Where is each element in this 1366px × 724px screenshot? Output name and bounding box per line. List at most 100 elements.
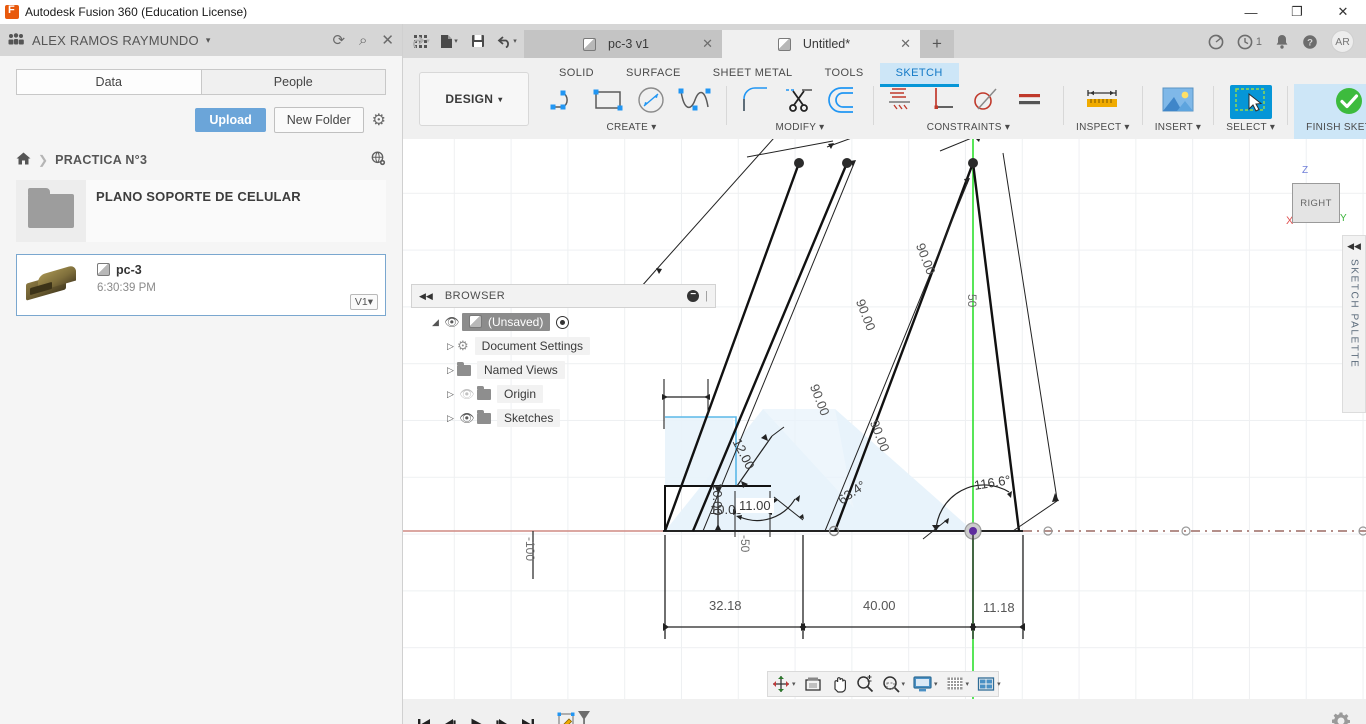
- close-icon[interactable]: ✕: [702, 36, 713, 52]
- job-status-icon[interactable]: 1: [1237, 34, 1262, 50]
- chevron-down-icon[interactable]: ▾: [966, 680, 970, 688]
- search-icon[interactable]: ⌕: [359, 33, 367, 48]
- new-folder-button[interactable]: New Folder: [274, 107, 364, 133]
- expand-triangle-icon[interactable]: ▷: [444, 413, 457, 424]
- collapse-icon[interactable]: ◀◀: [419, 291, 433, 302]
- look-at-icon[interactable]: [800, 672, 826, 696]
- new-tab-button[interactable]: +: [920, 30, 954, 58]
- tree-item-document-settings[interactable]: ▷ ⚙ Document Settings: [411, 334, 716, 358]
- finish-sketch-icon[interactable]: [1329, 85, 1366, 119]
- globe-icon[interactable]: [371, 151, 386, 169]
- tree-item-unsaved[interactable]: ◢ 👁 (Unsaved): [411, 310, 716, 334]
- sketch-palette-tab[interactable]: ◀◀ SKETCH PALETTE: [1342, 235, 1366, 413]
- expand-triangle-icon[interactable]: ▷: [444, 365, 457, 376]
- sketch-canvas[interactable]: 10.00 12.00 11.00 10.00 -50 -100 63.4° 1…: [403, 139, 1366, 699]
- zoom-icon[interactable]: [852, 672, 878, 696]
- ribbon-group-label[interactable]: INSPECT ▾: [1076, 122, 1130, 133]
- minimize-button[interactable]: —: [1228, 0, 1274, 24]
- rectangle-tool-icon[interactable]: [592, 85, 628, 119]
- line-tool-icon[interactable]: [549, 85, 585, 119]
- timeline-play[interactable]: [463, 711, 489, 724]
- dimension-value[interactable]: 10.00: [710, 483, 725, 516]
- dimension-value[interactable]: -50: [738, 535, 752, 552]
- expand-triangle-icon[interactable]: ▷: [444, 389, 457, 400]
- view-cube[interactable]: Z Y X RIGHT: [1274, 163, 1344, 233]
- tangent-constraint-icon[interactable]: [972, 85, 1008, 119]
- offset-tool-icon[interactable]: [825, 85, 861, 119]
- user-menu-caret-icon[interactable]: ▾: [206, 35, 211, 46]
- measure-tool-icon[interactable]: [1082, 85, 1124, 119]
- document-tab-pc3[interactable]: pc-3 v1 ✕: [524, 30, 722, 58]
- ribbon-group-label[interactable]: FINISH SKETCH ▾: [1306, 122, 1366, 133]
- document-tab-untitled[interactable]: Untitled* ✕: [722, 30, 920, 58]
- dimension-value[interactable]: 32.18: [709, 598, 742, 613]
- expand-triangle-icon[interactable]: ◢: [429, 317, 442, 328]
- gear-icon[interactable]: [1332, 712, 1350, 724]
- view-cube-face[interactable]: RIGHT: [1292, 183, 1340, 223]
- timeline-go-to-beginning[interactable]: [411, 711, 437, 724]
- minimize-icon[interactable]: −: [687, 290, 699, 302]
- new-file-icon[interactable]: ▾: [436, 28, 462, 54]
- chevron-down-icon[interactable]: ▾: [902, 680, 906, 688]
- browser-panel-header[interactable]: ◀◀ BROWSER − |: [411, 284, 716, 308]
- visibility-eye-off-icon[interactable]: 👁: [457, 387, 477, 401]
- insert-image-icon[interactable]: [1157, 85, 1199, 119]
- list-item[interactable]: PLANO SOPORTE DE CELULAR: [16, 180, 386, 242]
- visibility-eye-icon[interactable]: 👁: [442, 315, 462, 329]
- ribbon-group-label[interactable]: MODIFY ▾: [776, 122, 825, 133]
- dimension-value[interactable]: 50: [965, 294, 979, 307]
- tree-item-sketches[interactable]: ▷ 👁 Sketches: [411, 406, 716, 430]
- dimension-value[interactable]: 11.18: [983, 600, 1015, 615]
- list-item[interactable]: pc-3 6:30:39 PM V1▾: [16, 254, 386, 316]
- maximize-button[interactable]: ❐: [1274, 0, 1320, 24]
- activate-radio-icon[interactable]: [556, 316, 569, 329]
- close-panel-icon[interactable]: ✕: [381, 33, 394, 48]
- timeline-go-to-end[interactable]: [515, 711, 541, 724]
- help-icon[interactable]: ?: [1302, 34, 1318, 50]
- viewports-icon[interactable]: ▾: [973, 672, 1005, 696]
- refresh-icon[interactable]: ⟳: [332, 33, 345, 48]
- trim-scissors-icon[interactable]: [782, 85, 818, 119]
- orbit-icon[interactable]: ▾: [768, 672, 800, 696]
- dimension-value[interactable]: 40.00: [863, 598, 896, 613]
- redo-icon[interactable]: ▾: [407, 28, 433, 54]
- chevron-down-icon[interactable]: ▾: [934, 680, 938, 688]
- collapse-icon[interactable]: ◀◀: [1347, 241, 1361, 252]
- undo-icon[interactable]: ▾: [494, 28, 520, 54]
- close-button[interactable]: ✕: [1320, 0, 1366, 24]
- timeline-feature-sketch[interactable]: [557, 709, 591, 724]
- tree-item-named-views[interactable]: ▷ Named Views: [411, 358, 716, 382]
- save-icon[interactable]: [465, 28, 491, 54]
- ground-constraint-icon[interactable]: [886, 85, 922, 119]
- chevron-down-icon[interactable]: ▾: [792, 680, 796, 688]
- ribbon-group-label[interactable]: INSERT ▾: [1155, 122, 1202, 133]
- ribbon-group-label[interactable]: CONSTRAINTS ▾: [927, 122, 1010, 133]
- grid-snap-icon[interactable]: ▾: [942, 672, 974, 696]
- visibility-eye-icon[interactable]: 👁: [457, 411, 477, 425]
- upload-button[interactable]: Upload: [195, 108, 265, 132]
- sync-icon[interactable]: [1208, 34, 1224, 50]
- tree-item-origin[interactable]: ▷ 👁 Origin: [411, 382, 716, 406]
- select-tool-icon[interactable]: [1230, 85, 1272, 119]
- tab-people[interactable]: People: [202, 69, 387, 95]
- close-icon[interactable]: ✕: [900, 36, 911, 52]
- timeline-step-forward[interactable]: [489, 711, 515, 724]
- pan-icon[interactable]: [826, 672, 852, 696]
- ribbon-group-label[interactable]: SELECT ▾: [1226, 122, 1275, 133]
- expand-triangle-icon[interactable]: ▷: [444, 341, 457, 352]
- display-settings-icon[interactable]: ▾: [909, 672, 942, 696]
- avatar[interactable]: AR: [1331, 30, 1354, 53]
- chevron-down-icon[interactable]: ▾: [997, 680, 1001, 688]
- dimension-value[interactable]: 11.00: [736, 498, 774, 513]
- resize-grip[interactable]: |: [705, 290, 708, 302]
- gear-icon[interactable]: ⚙: [372, 110, 386, 130]
- home-icon[interactable]: [16, 152, 31, 168]
- version-badge[interactable]: V1▾: [350, 294, 378, 310]
- zoom-window-icon[interactable]: ▾: [878, 672, 910, 696]
- spline-tool-icon[interactable]: [678, 85, 714, 119]
- dimension-value[interactable]: -100: [523, 537, 537, 561]
- ribbon-group-label[interactable]: CREATE ▾: [606, 122, 656, 133]
- equal-constraint-icon[interactable]: [1015, 85, 1051, 119]
- timeline-step-back[interactable]: [437, 711, 463, 724]
- circle-tool-icon[interactable]: [635, 85, 671, 119]
